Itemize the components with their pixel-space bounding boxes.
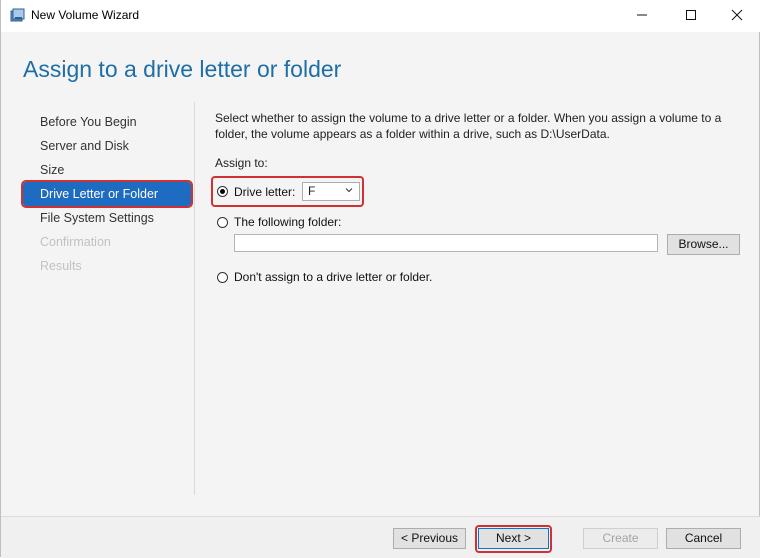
- step-server-and-disk[interactable]: Server and Disk: [23, 134, 191, 158]
- page-title: Assign to a drive letter or folder: [23, 56, 342, 82]
- previous-button[interactable]: < Previous: [393, 528, 466, 549]
- step-confirmation: Confirmation: [40, 235, 111, 249]
- wizard-window: New Volume Wizard Assign to a drive lett…: [0, 0, 760, 558]
- step-size[interactable]: Size: [23, 158, 191, 182]
- maximize-button[interactable]: [668, 0, 714, 30]
- browse-button[interactable]: Browse...: [667, 234, 740, 255]
- maximize-icon: [686, 10, 696, 20]
- create-button: Create: [583, 528, 658, 549]
- wizard-steps: Before You Begin Server and Disk Size Dr…: [21, 110, 193, 278]
- minimize-button[interactable]: [619, 0, 665, 30]
- title-bar: New Volume Wizard: [1, 0, 760, 32]
- close-icon: [731, 9, 743, 21]
- content-panel: Select whether to assign the volume to a…: [211, 110, 745, 284]
- folder-radio[interactable]: [217, 217, 228, 228]
- chevron-down-icon: [345, 188, 353, 193]
- assign-to-label: Assign to:: [215, 156, 268, 170]
- disk-manager-icon: [10, 8, 26, 24]
- window-title: New Volume Wizard: [31, 8, 140, 22]
- drive-letter-select[interactable]: F: [302, 182, 360, 201]
- step-before-you-begin[interactable]: Before You Begin: [23, 110, 191, 134]
- folder-path-input[interactable]: [234, 234, 658, 252]
- folder-label[interactable]: The following folder:: [234, 215, 341, 229]
- drive-letter-radio[interactable]: [217, 186, 228, 197]
- minimize-icon: [637, 14, 647, 16]
- description-text: Select whether to assign the volume to a…: [215, 111, 722, 141]
- drive-letter-value: F: [308, 184, 316, 198]
- no-assign-label[interactable]: Don't assign to a drive letter or folder…: [234, 270, 432, 284]
- drive-letter-label[interactable]: Drive letter:: [234, 185, 295, 199]
- cancel-button[interactable]: Cancel: [666, 528, 741, 549]
- panel-divider: [194, 102, 195, 495]
- step-drive-letter-or-folder[interactable]: Drive Letter or Folder: [21, 180, 193, 208]
- next-button[interactable]: Next >: [478, 528, 549, 549]
- no-assign-radio[interactable]: [217, 272, 228, 283]
- step-file-system-settings[interactable]: File System Settings: [23, 206, 191, 230]
- step-results: Results: [40, 259, 82, 273]
- close-button[interactable]: [714, 0, 760, 30]
